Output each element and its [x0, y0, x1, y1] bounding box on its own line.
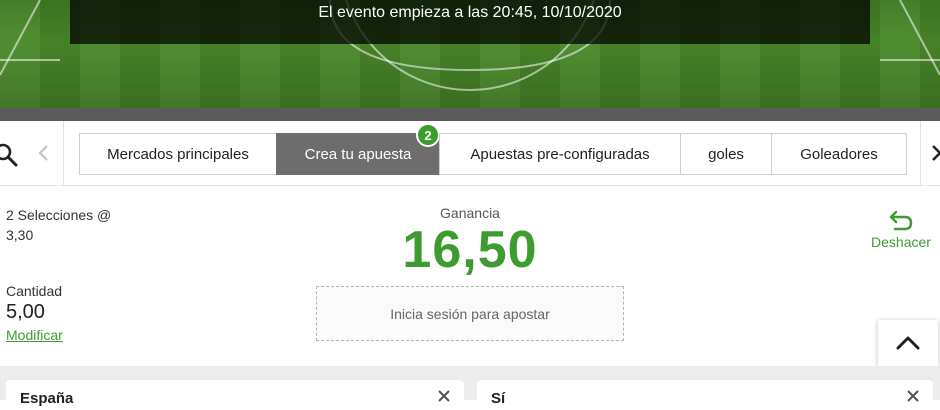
selection-title: Sí — [491, 390, 506, 407]
bet-summary: 2 Selecciones @ 3,30 Ganancia 16,50 Desh… — [0, 186, 940, 366]
search-icon[interactable] — [0, 143, 18, 167]
selection-card: Sí — [477, 380, 933, 410]
tab-label: Goleadores — [800, 145, 878, 163]
chevron-left-icon[interactable] — [34, 143, 54, 163]
undo-icon — [889, 210, 913, 231]
event-hero: El evento empieza a las 20:45, 10/10/202… — [0, 0, 940, 108]
selection-count-badge: 2 — [416, 123, 440, 147]
modify-amount-link[interactable]: Modificar — [6, 327, 63, 343]
login-to-bet-button[interactable]: Inicia sesión para apostar — [316, 286, 624, 341]
selection-card: España — [6, 380, 464, 410]
event-start-banner: El evento empieza a las 20:45, 10/10/202… — [70, 0, 870, 44]
close-icon[interactable] — [930, 143, 940, 163]
tab-crea-tu-apuesta[interactable]: Crea tu apuesta 2 — [276, 123, 440, 175]
tab-mercados-principales[interactable]: Mercados principales — [79, 133, 277, 175]
tab-label: goles — [708, 145, 744, 163]
tab-label: Crea tu apuesta — [304, 145, 412, 163]
nav-divider-right — [920, 121, 921, 185]
market-tabs: Mercados principales Crea tu apuesta 2 A… — [79, 123, 907, 175]
undo-label: Deshacer — [871, 234, 931, 250]
tab-label: Mercados principales — [107, 145, 249, 163]
gain-value: 16,50 — [402, 221, 538, 279]
undo-button[interactable]: Deshacer — [864, 208, 938, 250]
scroll-to-top-button[interactable] — [878, 320, 938, 366]
nav-divider-left — [63, 121, 64, 185]
amount-value: 5,00 — [6, 301, 45, 323]
remove-selection-icon[interactable] — [905, 388, 921, 404]
gain-label: Ganancia — [440, 205, 500, 221]
selections-list: España Sí — [0, 366, 940, 410]
tab-label: Apuestas pre-configuradas — [470, 145, 650, 163]
remove-selection-icon[interactable] — [436, 388, 452, 404]
markets-nav: Mercados principales Crea tu apuesta 2 A… — [0, 121, 940, 186]
event-start-text: El evento empieza a las 20:45, 10/10/202… — [318, 4, 622, 21]
tab-goles[interactable]: goles — [680, 133, 772, 175]
tab-goleadores[interactable]: Goleadores — [771, 133, 907, 175]
tab-apuestas-pre-configuradas[interactable]: Apuestas pre-configuradas — [439, 133, 681, 175]
chevron-up-icon — [896, 336, 920, 350]
login-to-bet-label: Inicia sesión para apostar — [390, 305, 550, 322]
amount-label: Cantidad — [6, 283, 63, 299]
selection-title: España — [20, 390, 74, 407]
hero-divider — [0, 108, 940, 121]
